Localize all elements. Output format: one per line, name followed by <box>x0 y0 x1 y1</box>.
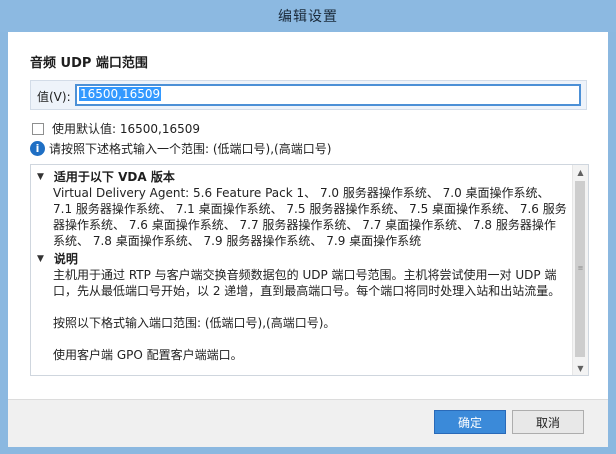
collapse-triangle-icon[interactable]: ▼ <box>37 169 44 185</box>
info-icon: i <box>30 141 45 156</box>
dialog-content: 音频 UDP 端口范围 值(V): 16500,16509 使用默认值: 165… <box>8 32 608 447</box>
ok-button[interactable]: 确定 <box>434 410 506 434</box>
details-scrollbar[interactable]: ▲ ≡ ▼ <box>572 165 588 375</box>
description-para-1: 主机用于通过 RTP 与客户端交换音频数据包的 UDP 端口号范围。主机将尝试使… <box>53 268 561 298</box>
value-input[interactable]: 16500,16509 <box>75 84 581 106</box>
value-input-text: 16500,16509 <box>79 87 162 101</box>
format-hint-text: 请按照下述格式输入一个范围: (低端口号),(高端口号) <box>49 142 332 156</box>
cancel-button[interactable]: 取消 <box>512 410 584 434</box>
edit-settings-dialog: 编辑设置 音频 UDP 端口范围 值(V): 16500,16509 使用默认值… <box>0 0 616 454</box>
use-default-checkbox[interactable] <box>32 122 44 135</box>
description-heading: 说明 <box>53 252 78 266</box>
format-hint: i 请按照下述格式输入一个范围: (低端口号),(高端口号) <box>30 140 331 157</box>
vda-versions-text: Virtual Delivery Agent: 5.6 Feature Pack… <box>53 186 567 248</box>
scroll-up-arrow-icon[interactable]: ▲ <box>573 165 588 179</box>
button-bar: 确定 取消 <box>8 399 608 447</box>
setting-title: 音频 UDP 端口范围 <box>30 56 148 71</box>
dialog-title: 编辑设置 <box>278 9 338 25</box>
use-default-label: 使用默认值: 16500,16509 <box>52 122 201 136</box>
scroll-down-arrow-icon[interactable]: ▼ <box>573 361 588 375</box>
applies-to-heading: 适用于以下 VDA 版本 <box>53 170 175 184</box>
title-bar[interactable]: 编辑设置 <box>0 0 616 32</box>
applies-to-header[interactable]: ▼ 适用于以下 VDA 版本 <box>37 169 567 185</box>
collapse-triangle-icon[interactable]: ▼ <box>37 251 44 267</box>
description-para-3: 使用客户端 GPO 配置客户端端口。 <box>53 348 243 362</box>
applies-to-body: Virtual Delivery Agent: 5.6 Feature Pack… <box>37 185 567 249</box>
description-body: 主机用于通过 RTP 与客户端交换音频数据包的 UDP 端口号范围。主机将尝试使… <box>37 267 567 363</box>
description-para-2: 按照以下格式输入端口范围: (低端口号),(高端口号)。 <box>53 316 336 330</box>
details-panel: ▼ 适用于以下 VDA 版本 Virtual Delivery Agent: 5… <box>30 164 589 376</box>
description-header[interactable]: ▼ 说明 <box>37 251 567 267</box>
use-default-row[interactable]: 使用默认值: 16500,16509 <box>32 120 200 137</box>
value-label: 值(V): <box>37 90 71 104</box>
value-panel: 值(V): 16500,16509 <box>30 80 587 110</box>
scrollbar-grip-icon: ≡ <box>577 264 584 272</box>
